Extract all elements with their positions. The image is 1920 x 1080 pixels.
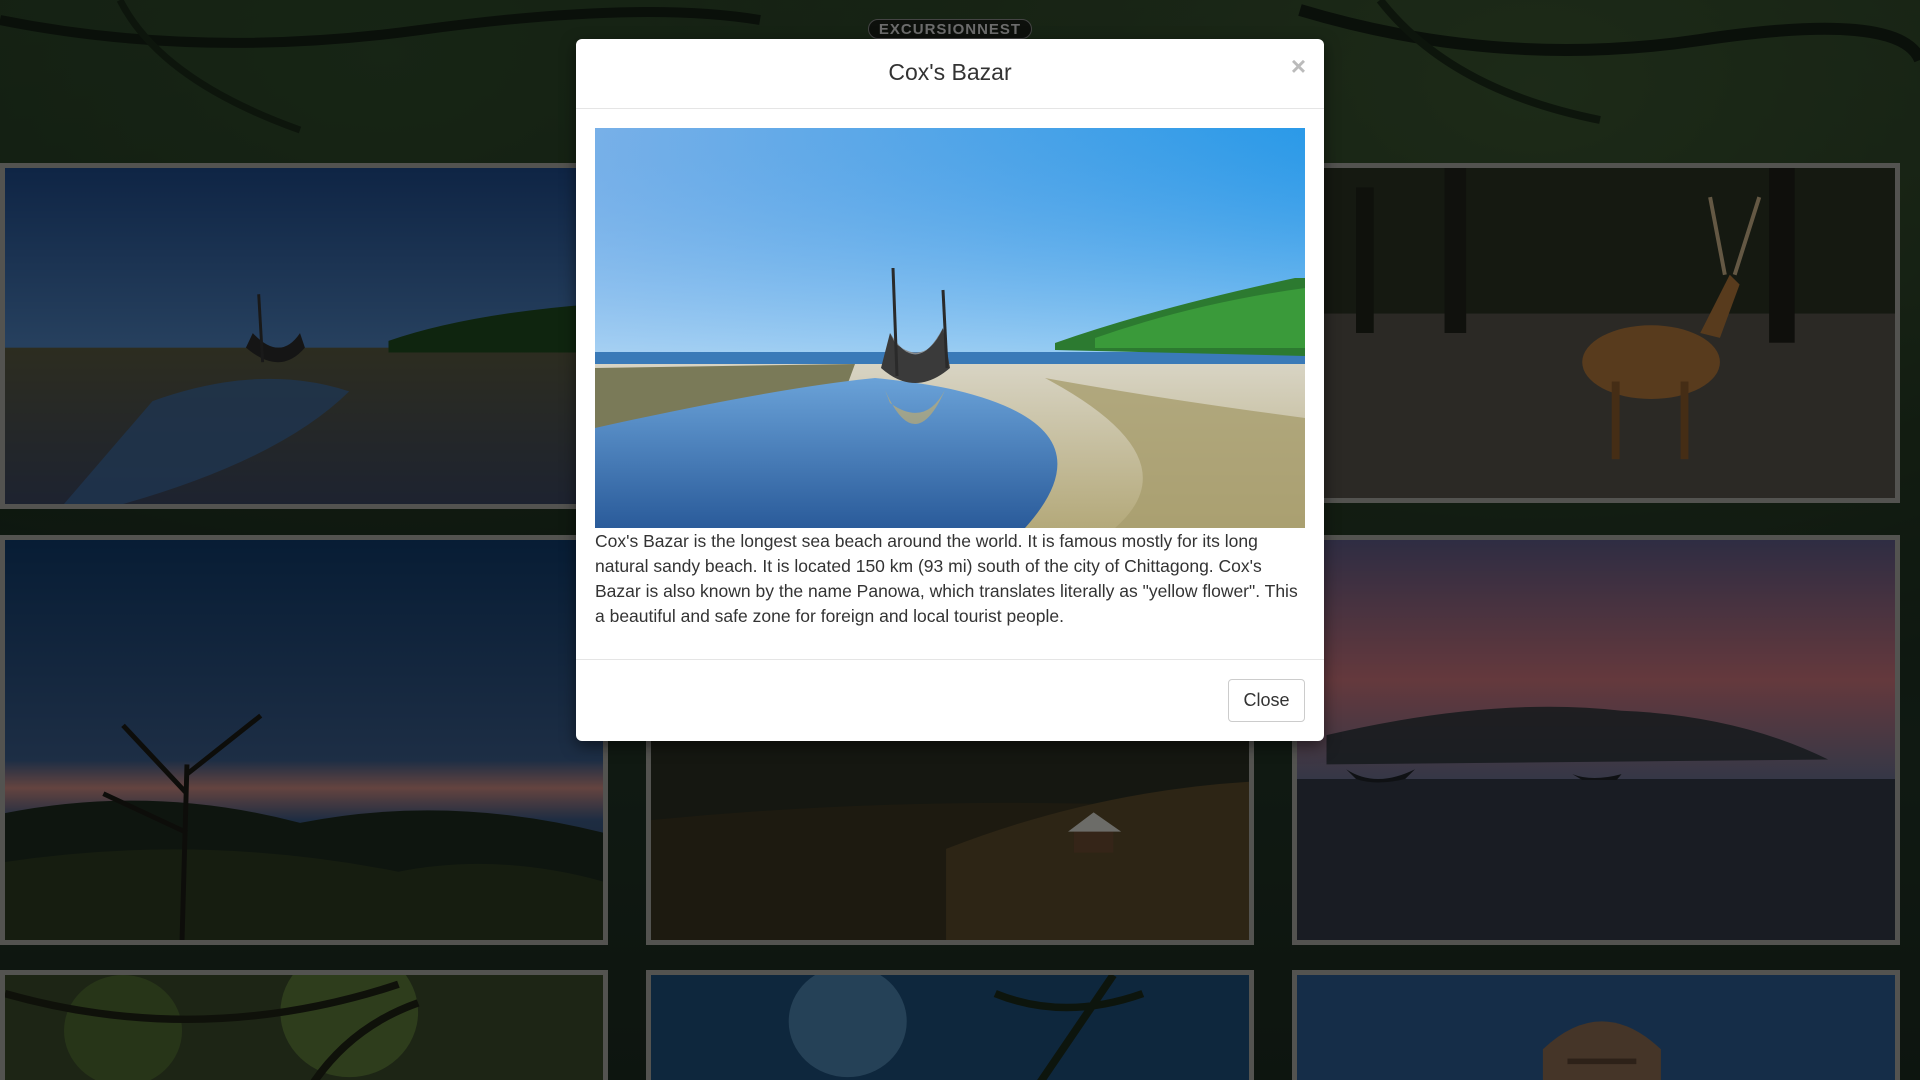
modal-header: Cox's Bazar ×	[576, 39, 1324, 109]
coxs-bazar-image	[595, 128, 1305, 528]
close-icon[interactable]: ×	[1291, 53, 1306, 79]
modal-footer	[576, 659, 1324, 741]
modal-description: Cox's Bazar is the longest sea beach aro…	[595, 531, 1298, 626]
close-button[interactable]: Close	[1228, 679, 1305, 722]
modal-title: Cox's Bazar	[888, 59, 1012, 85]
page: EXCURSIONNEST	[0, 0, 1920, 1080]
place-detail-modal: Cox's Bazar × Cox's Bazar is the longest…	[576, 39, 1324, 741]
